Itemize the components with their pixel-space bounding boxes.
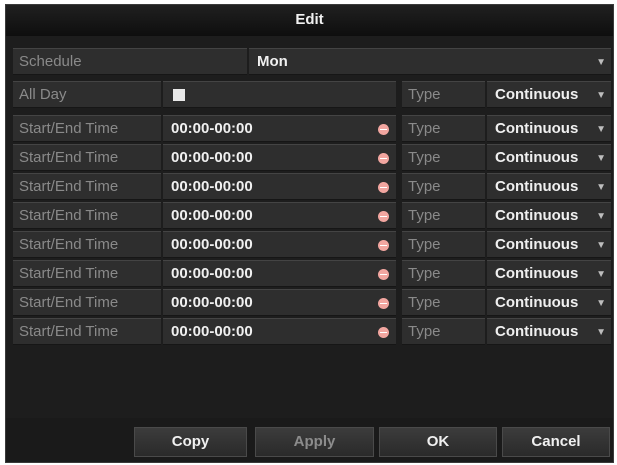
start-end-time-label: Start/End Time — [13, 144, 161, 171]
start-end-time-field[interactable]: 00:00-00:00 — [163, 318, 396, 345]
clock-icon[interactable] — [378, 211, 389, 222]
time-value: 00:00-00:00 — [171, 120, 253, 137]
type-select[interactable]: Continuous ▼ — [487, 202, 611, 229]
type-select[interactable]: Continuous ▼ — [487, 173, 611, 200]
chevron-down-icon: ▼ — [596, 124, 606, 135]
time-value: 00:00-00:00 — [171, 207, 253, 224]
ok-button[interactable]: OK — [379, 427, 497, 457]
start-end-time-field[interactable]: 00:00-00:00 — [163, 115, 396, 142]
type-label: Type — [402, 115, 485, 142]
chevron-down-icon: ▼ — [596, 240, 606, 251]
start-end-time-label: Start/End Time — [13, 231, 161, 258]
time-value: 00:00-00:00 — [171, 178, 253, 195]
dialog-title: Edit — [6, 5, 613, 36]
type-value: Continuous — [495, 236, 579, 253]
start-end-time-field[interactable]: 00:00-00:00 — [163, 144, 396, 171]
start-end-time-label: Start/End Time — [13, 115, 161, 142]
time-value: 00:00-00:00 — [171, 149, 253, 166]
type-value: Continuous — [495, 323, 579, 340]
type-select[interactable]: Continuous ▼ — [487, 260, 611, 287]
time-value: 00:00-00:00 — [171, 323, 253, 340]
all-day-checkbox[interactable] — [173, 89, 185, 101]
type-value: Continuous — [495, 207, 579, 224]
clock-icon[interactable] — [378, 298, 389, 309]
start-end-time-field[interactable]: 00:00-00:00 — [163, 173, 396, 200]
type-value: Continuous — [495, 86, 579, 103]
chevron-down-icon: ▼ — [596, 211, 606, 222]
type-label: Type — [402, 260, 485, 287]
clock-icon[interactable] — [378, 327, 389, 338]
type-label: Type — [402, 144, 485, 171]
start-end-time-label: Start/End Time — [13, 260, 161, 287]
schedule-label: Schedule — [13, 48, 247, 75]
cancel-button[interactable]: Cancel — [502, 427, 610, 457]
start-end-time-label: Start/End Time — [13, 318, 161, 345]
type-label: Type — [402, 289, 485, 316]
all-day-checkbox-cell — [163, 81, 396, 108]
clock-icon[interactable] — [378, 153, 389, 164]
clock-icon[interactable] — [378, 269, 389, 280]
type-value: Continuous — [495, 178, 579, 195]
type-value: Continuous — [495, 294, 579, 311]
time-value: 00:00-00:00 — [171, 265, 253, 282]
clock-icon[interactable] — [378, 124, 389, 135]
type-select[interactable]: Continuous ▼ — [487, 115, 611, 142]
type-value: Continuous — [495, 149, 579, 166]
time-value: 00:00-00:00 — [171, 236, 253, 253]
type-label: Type — [402, 173, 485, 200]
schedule-select[interactable]: Mon ▼ — [249, 48, 611, 75]
type-select[interactable]: Continuous ▼ — [487, 289, 611, 316]
start-end-time-field[interactable]: 00:00-00:00 — [163, 260, 396, 287]
start-end-time-label: Start/End Time — [13, 173, 161, 200]
start-end-time-field[interactable]: 00:00-00:00 — [163, 202, 396, 229]
start-end-time-label: Start/End Time — [13, 289, 161, 316]
chevron-down-icon: ▼ — [596, 269, 606, 280]
type-label: Type — [402, 202, 485, 229]
type-label: Type — [402, 81, 485, 108]
chevron-down-icon: ▼ — [596, 327, 606, 338]
type-value: Continuous — [495, 265, 579, 282]
chevron-down-icon: ▼ — [596, 57, 606, 68]
chevron-down-icon: ▼ — [596, 153, 606, 164]
all-day-type-select[interactable]: Continuous ▼ — [487, 81, 611, 108]
start-end-time-field[interactable]: 00:00-00:00 — [163, 289, 396, 316]
apply-button[interactable]: Apply — [255, 427, 374, 457]
all-day-label: All Day — [13, 81, 161, 108]
chevron-down-icon: ▼ — [596, 298, 606, 309]
type-label: Type — [402, 318, 485, 345]
clock-icon[interactable] — [378, 182, 389, 193]
time-value: 00:00-00:00 — [171, 294, 253, 311]
edit-dialog: Edit Schedule Mon ▼ All Day Type Continu… — [5, 4, 614, 463]
chevron-down-icon: ▼ — [596, 90, 606, 101]
start-end-time-label: Start/End Time — [13, 202, 161, 229]
schedule-value: Mon — [257, 53, 288, 70]
type-select[interactable]: Continuous ▼ — [487, 144, 611, 171]
type-value: Continuous — [495, 120, 579, 137]
type-select[interactable]: Continuous ▼ — [487, 231, 611, 258]
clock-icon[interactable] — [378, 240, 389, 251]
type-label: Type — [402, 231, 485, 258]
start-end-time-field[interactable]: 00:00-00:00 — [163, 231, 396, 258]
type-select[interactable]: Continuous ▼ — [487, 318, 611, 345]
copy-button[interactable]: Copy — [134, 427, 247, 457]
chevron-down-icon: ▼ — [596, 182, 606, 193]
